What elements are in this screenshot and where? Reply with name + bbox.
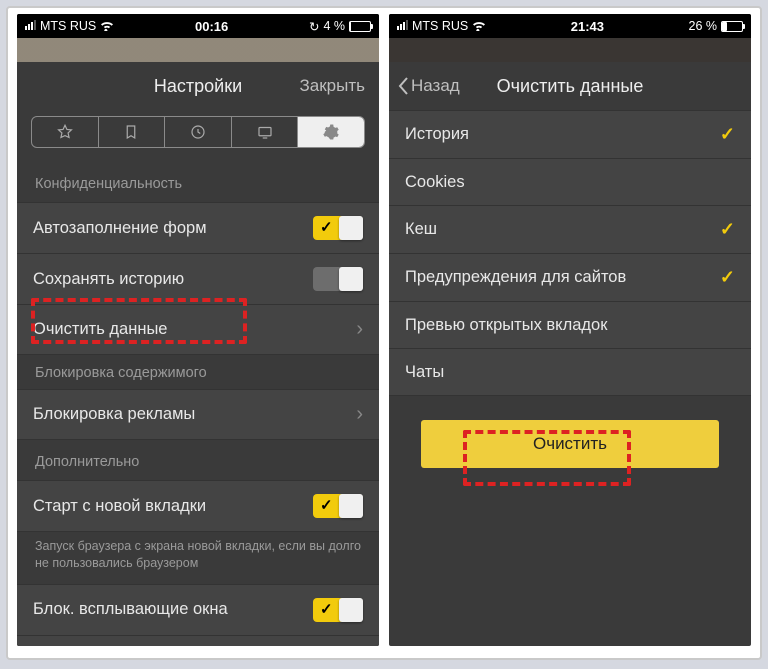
back-button[interactable]: Назад (397, 62, 460, 110)
row-label: Сохранять историю (33, 270, 184, 289)
segment-bookmarks[interactable] (32, 117, 99, 147)
row-new-tab-subtext: Запуск браузера с экрана новой вкладки, … (17, 532, 379, 584)
clear-row[interactable]: Кеш ✓ (389, 206, 751, 254)
battery-pct: 26 % (689, 19, 718, 33)
clock-label: 00:16 (195, 19, 228, 34)
settings-sheet: Настройки Закрыть (17, 62, 379, 646)
check-icon: ✓ (720, 267, 735, 288)
status-bar: MTS RUS 21:43 26 % (389, 14, 751, 38)
carrier-label: MTS RUS (412, 19, 468, 33)
close-button[interactable]: Закрыть (300, 62, 365, 110)
battery-pct: 4 % (323, 19, 345, 33)
switch-save-history[interactable] (313, 267, 363, 291)
nav-header: Настройки Закрыть (17, 62, 379, 110)
clear-row[interactable]: Превью открытых вкладок (389, 302, 751, 349)
background-peek (389, 38, 751, 62)
chevron-right-icon: › (356, 403, 363, 426)
clear-button[interactable]: Очистить (421, 420, 719, 468)
clear-row-label: Cookies (405, 173, 465, 192)
switch-new-tab[interactable] (313, 494, 363, 518)
clear-row[interactable]: Cookies (389, 159, 751, 206)
row-label: Старт с новой вкладки (33, 497, 206, 516)
clear-button-label: Очистить (533, 434, 607, 453)
wifi-icon (472, 19, 486, 34)
segmented-control (31, 116, 365, 148)
check-icon: ✓ (720, 124, 735, 145)
section-header-block-content: Блокировка содержимого (17, 355, 379, 389)
clear-row[interactable]: История ✓ (389, 110, 751, 159)
row-adblock[interactable]: Блокировка рекламы › (17, 389, 379, 440)
signal-icon (25, 20, 36, 30)
segment-collections[interactable] (99, 117, 166, 147)
row-autofill[interactable]: Автозаполнение форм (17, 202, 379, 254)
row-save-history[interactable]: Сохранять историю (17, 254, 379, 305)
clear-row[interactable]: Предупреждения для сайтов ✓ (389, 254, 751, 302)
battery-icon (721, 21, 743, 32)
carrier-label: MTS RUS (40, 19, 96, 33)
clear-row-label: История (405, 125, 469, 144)
chevron-right-icon: › (356, 318, 363, 341)
battery-icon (349, 21, 371, 32)
segment-history[interactable] (165, 117, 232, 147)
switch-autofill[interactable] (313, 216, 363, 240)
clear-row-label: Предупреждения для сайтов (405, 268, 626, 287)
segment-settings[interactable] (298, 117, 364, 147)
nav-title: Очистить данные (497, 76, 644, 97)
switch-popups[interactable] (313, 598, 363, 622)
signal-icon (397, 20, 408, 30)
nav-header: Назад Очистить данные (389, 62, 751, 110)
clear-row-label: Чаты (405, 363, 444, 382)
chevron-left-icon (397, 77, 409, 95)
sync-icon: ↻ (309, 19, 319, 34)
row-clear-data[interactable]: Очистить данные › (17, 305, 379, 355)
background-peek (17, 38, 379, 62)
wifi-icon (100, 19, 114, 34)
clock-label: 21:43 (571, 19, 604, 34)
segment-tabs[interactable] (232, 117, 299, 147)
back-label: Назад (411, 76, 460, 96)
clear-row-label: Кеш (405, 220, 437, 239)
row-label: Автозаполнение форм (33, 219, 207, 238)
clear-data-sheet: Назад Очистить данные История ✓ Cookies Кеш… (389, 62, 751, 622)
status-bar: MTS RUS 00:16 ↻ 4 % (17, 14, 379, 38)
nav-title: Настройки (154, 76, 242, 97)
row-new-tab[interactable]: Старт с новой вкладки (17, 480, 379, 532)
row-improve[interactable]: Делать Браузер лучше (17, 636, 379, 646)
phone-left: MTS RUS 00:16 ↻ 4 % Настройки Закрыть (17, 14, 379, 646)
row-label: Очистить данные (33, 320, 167, 339)
section-header-privacy: Конфиденциальность (17, 162, 379, 202)
row-label: Блокировка рекламы (33, 405, 195, 424)
section-header-extra: Дополнительно (17, 440, 379, 480)
clear-row[interactable]: Чаты (389, 349, 751, 396)
check-icon: ✓ (720, 219, 735, 240)
phone-right: MTS RUS 21:43 26 % Назад Очистить данные… (389, 14, 751, 646)
row-label: Блок. всплывающие окна (33, 600, 228, 619)
clear-row-label: Превью открытых вкладок (405, 316, 607, 335)
row-popups[interactable]: Блок. всплывающие окна (17, 584, 379, 636)
